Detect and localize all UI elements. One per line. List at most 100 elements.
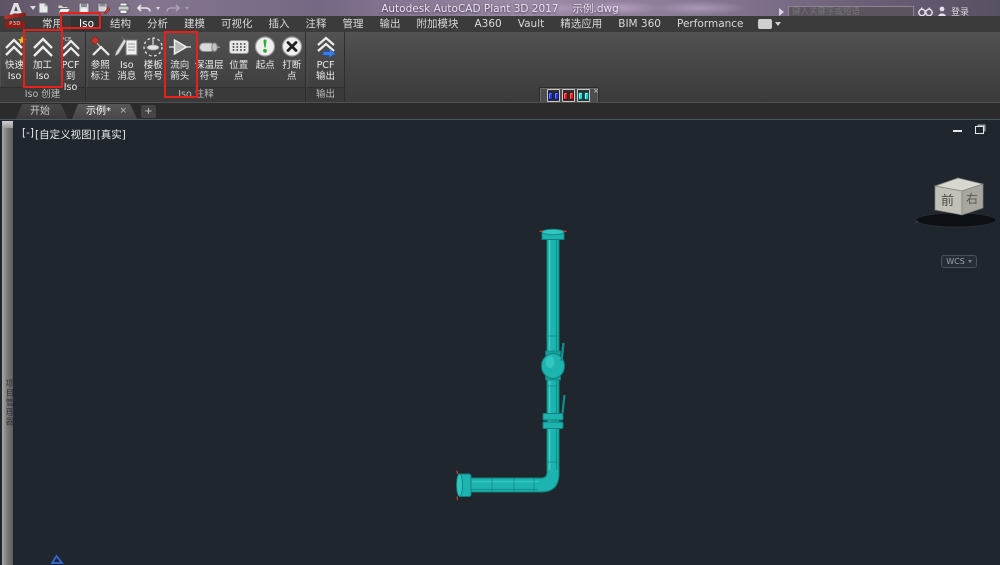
visual-style-control[interactable]: [真实] bbox=[97, 127, 126, 142]
autocad-window: Autodesk AutoCAD Plant 3D 2017 示例.dwg 键入… bbox=[0, 0, 1000, 565]
tab-vault[interactable]: Vault bbox=[510, 16, 553, 32]
viewport-restore-button[interactable] bbox=[975, 126, 984, 134]
app-title: Autodesk AutoCAD Plant 3D 2017 bbox=[381, 3, 559, 15]
panel-iso-create: 快速 Iso 加工 Iso PCF PCF 到 Iso Iso 创建 bbox=[0, 32, 86, 102]
break-point-button[interactable]: 打断 点 bbox=[279, 33, 306, 82]
quick-iso-icon bbox=[3, 33, 27, 58]
blue-tool-button[interactable] bbox=[547, 89, 560, 102]
tab-featured-apps[interactable]: 精选应用 bbox=[552, 16, 610, 32]
ribbon-toggle-dropdown-icon bbox=[774, 22, 781, 26]
viewcube-right-label: 右 bbox=[966, 191, 978, 206]
location-point-button[interactable]: 位置 点 bbox=[225, 33, 252, 82]
cyan-tool-button[interactable] bbox=[577, 89, 590, 102]
redo-icon[interactable] bbox=[165, 2, 180, 15]
pipe-flange-pair[interactable] bbox=[542, 413, 564, 421]
view-control[interactable]: [自定义视图] bbox=[35, 127, 96, 142]
toolbar-close-icon[interactable]: × bbox=[593, 88, 599, 95]
pcf-to-iso-icon: PCF bbox=[59, 33, 83, 58]
red-tool-icon bbox=[563, 91, 568, 100]
panel-iso-annotate: 参照 标注 Iso 消息 楼板 符号 流向 箭头 保温层 符号 位置 点 起点 … bbox=[87, 32, 306, 102]
blue-tool-icon bbox=[548, 91, 553, 100]
panel-title-export: 输出 bbox=[307, 87, 344, 102]
viewcube-front-label: 前 bbox=[941, 193, 954, 209]
save-icon[interactable] bbox=[76, 2, 91, 15]
blue-tool-icon2 bbox=[554, 91, 559, 100]
floor-symbol-icon bbox=[141, 33, 165, 58]
pcf-export-button[interactable]: PCF 输出 bbox=[312, 33, 339, 82]
file-tab-bar: 开始 示例* × + bbox=[0, 102, 1000, 119]
pipe-model[interactable] bbox=[450, 226, 580, 506]
start-point-button[interactable]: 起点 bbox=[252, 33, 279, 71]
tab-iso[interactable]: Iso bbox=[71, 16, 102, 32]
tab-analysis[interactable]: 分析 bbox=[139, 16, 176, 32]
pcf-export-icon bbox=[314, 33, 338, 58]
project-manager-label: 项目管理器 bbox=[4, 379, 14, 427]
insulation-symbol-icon bbox=[197, 33, 221, 58]
tab-insert[interactable]: 插入 bbox=[261, 16, 298, 32]
title-bar: Autodesk AutoCAD Plant 3D 2017 示例.dwg 键入… bbox=[0, 0, 1000, 18]
panel-title-iso-annotate: Iso 注释 bbox=[87, 87, 305, 102]
new-drawing-tab-button[interactable]: + bbox=[141, 105, 156, 118]
reference-annotation-button[interactable]: 参照 标注 bbox=[87, 33, 114, 82]
wcs-dropdown-icon bbox=[967, 260, 972, 263]
ucs-icon bbox=[50, 554, 64, 564]
project-manager-palette[interactable]: 项目管理器 bbox=[2, 121, 14, 565]
print-icon[interactable] bbox=[116, 2, 131, 15]
reference-annotation-icon bbox=[88, 33, 112, 58]
break-point-icon bbox=[280, 33, 304, 58]
tab-output[interactable]: 输出 bbox=[372, 16, 409, 32]
start-point-icon bbox=[253, 33, 277, 58]
production-iso-icon bbox=[31, 33, 55, 58]
location-point-icon bbox=[227, 33, 251, 58]
tab-bim360[interactable]: BIM 360 bbox=[610, 16, 669, 32]
file-tab-start[interactable]: 开始 bbox=[16, 104, 68, 119]
viewcube[interactable]: 前 右 bbox=[914, 172, 998, 236]
search-expand-icon[interactable] bbox=[779, 7, 784, 16]
tab-modeling[interactable]: 建模 bbox=[176, 16, 213, 32]
iso-message-button[interactable]: Iso 消息 bbox=[114, 33, 141, 82]
red-tool-button[interactable] bbox=[562, 89, 575, 102]
save-as-icon[interactable] bbox=[96, 2, 111, 15]
ribbon: 快速 Iso 加工 Iso PCF PCF 到 Iso Iso 创建 参照 标注… bbox=[0, 32, 1000, 104]
flow-arrow-icon bbox=[168, 33, 192, 58]
tab-annotate[interactable]: 注释 bbox=[298, 16, 335, 32]
file-tab-example[interactable]: 示例* × bbox=[72, 104, 137, 119]
tab-a360[interactable]: A360 bbox=[467, 16, 510, 32]
document-title: 示例.dwg bbox=[572, 3, 619, 15]
quick-iso-button[interactable]: 快速 Iso bbox=[1, 33, 28, 82]
tab-structure[interactable]: 结构 bbox=[102, 16, 139, 32]
application-menu-button[interactable]: A P3D bbox=[2, 0, 36, 30]
tab-home[interactable]: 常用 bbox=[34, 16, 71, 32]
floor-symbol-button[interactable]: 楼板 符号 bbox=[140, 33, 167, 82]
pcf-to-iso-button[interactable]: PCF PCF 到 Iso bbox=[57, 33, 84, 93]
undo-icon[interactable] bbox=[136, 2, 151, 15]
undo-dropdown-icon[interactable] bbox=[156, 6, 160, 10]
ribbon-toggle-icon bbox=[757, 19, 772, 29]
panel-export: PCF 输出 输出 bbox=[307, 32, 345, 102]
tab-visualize[interactable]: 可视化 bbox=[213, 16, 261, 32]
quick-access-toolbar bbox=[36, 1, 189, 15]
viewport-controls: [-] [自定义视图] [真实] bbox=[22, 127, 126, 142]
flow-arrow-button[interactable]: 流向 箭头 bbox=[167, 33, 194, 82]
production-iso-button[interactable]: 加工 Iso bbox=[29, 33, 56, 82]
new-file-icon[interactable] bbox=[36, 2, 51, 15]
iso-message-icon bbox=[114, 33, 139, 58]
wcs-button[interactable]: WCS bbox=[941, 255, 977, 268]
tab-manage[interactable]: 管理 bbox=[335, 16, 372, 32]
open-file-icon[interactable] bbox=[56, 2, 71, 15]
viewport-minimize-button[interactable] bbox=[953, 130, 962, 132]
red-tool-icon2 bbox=[569, 91, 574, 100]
tab-close-icon[interactable]: × bbox=[119, 104, 127, 119]
insulation-symbol-button[interactable]: 保温层 符号 bbox=[193, 33, 225, 82]
ribbon-display-toggle[interactable] bbox=[757, 19, 781, 29]
cyan-tool-icon2 bbox=[584, 91, 589, 100]
ribbon-tab-bar: 常用 Iso 结构 分析 建模 可视化 插入 注释 管理 输出 附加模块 A36… bbox=[0, 16, 1000, 32]
tab-performance[interactable]: Performance bbox=[669, 16, 752, 32]
drawing-area[interactable]: 项目管理器 [-] [自定义视图] [真实] 前 右 WCS bbox=[0, 119, 1000, 565]
tab-addins[interactable]: 附加模块 bbox=[409, 16, 467, 32]
viewport-menu-control[interactable]: [-] bbox=[22, 127, 34, 142]
palette-grip[interactable] bbox=[2, 121, 13, 128]
cyan-tool-icon bbox=[578, 91, 583, 100]
logo-product-tag: P3D bbox=[5, 21, 25, 28]
redo-dropdown-icon[interactable] bbox=[185, 6, 189, 10]
